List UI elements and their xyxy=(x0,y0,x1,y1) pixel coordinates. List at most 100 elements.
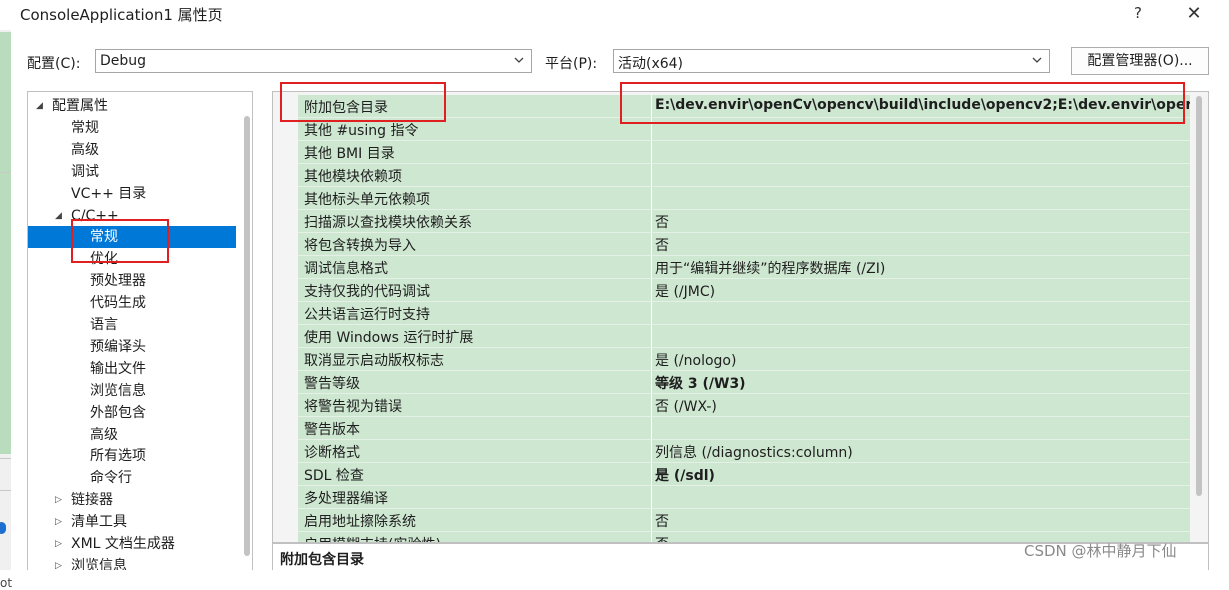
property-value[interactable]: 用于“编辑并继续”的程序数据库 (/ZI) xyxy=(655,258,885,278)
configuration-value: Debug xyxy=(100,53,147,69)
tree-item[interactable]: VC++ 目录 xyxy=(71,183,146,205)
tree-item[interactable]: 清单工具 xyxy=(71,511,127,533)
property-grid: 附加包含目录 E:\dev.envir\openCv\opencv\build\i… xyxy=(272,91,1209,543)
property-name: 扫描源以查找模块依赖关系 xyxy=(304,215,472,231)
background-radio-icon xyxy=(0,522,6,534)
tree-item-label: 链接器 xyxy=(71,492,113,509)
watermark: CSDN @林中静月下仙 xyxy=(1024,542,1177,560)
tree-item-label: 预编译头 xyxy=(90,338,146,355)
tree-item-label: 语言 xyxy=(90,317,118,333)
property-name: 诊断格式 xyxy=(304,445,360,461)
tree-item[interactable]: 预处理器 xyxy=(90,270,146,292)
property-name: 其他标头单元依赖项 xyxy=(304,192,430,208)
tree-item[interactable]: 外部包含 xyxy=(90,402,146,424)
property-row[interactable]: 将警告视为错误 否 (/WX-) xyxy=(298,394,1190,417)
tree-item[interactable]: 高级 xyxy=(90,424,118,446)
property-row[interactable]: 其他标头单元依赖项 xyxy=(298,187,1190,210)
property-name: 多处理器编译 xyxy=(304,491,388,507)
property-grid-body: 附加包含目录 E:\dev.envir\openCv\opencv\build\i… xyxy=(298,95,1190,542)
property-value[interactable]: 是 (/sdl) xyxy=(655,465,715,485)
background-divider xyxy=(0,490,11,491)
property-row[interactable]: 其他 #using 指令 xyxy=(298,118,1190,141)
tree-item-label: XML 文档生成器 xyxy=(71,536,175,552)
tree-item-label: 所有选项 xyxy=(90,448,146,465)
tree-item[interactable]: 语言 xyxy=(90,314,118,336)
tree-item[interactable]: 所有选项 xyxy=(90,445,146,467)
property-row[interactable]: 附加包含目录 E:\dev.envir\openCv\opencv\build\i… xyxy=(298,95,1190,118)
collapsed-icon[interactable]: ▷ xyxy=(55,555,62,570)
tree-item[interactable]: 高级 xyxy=(71,139,99,161)
property-row[interactable]: 启用地址擦除系统 否 xyxy=(298,509,1190,532)
tree-item[interactable]: 浏览信息 xyxy=(90,380,146,402)
property-row[interactable]: 使用 Windows 运行时扩展 xyxy=(298,325,1190,348)
property-value[interactable]: E:\dev.envir\openCv\opencv\build\include… xyxy=(655,97,1190,113)
configuration-select[interactable]: Debug xyxy=(95,49,532,73)
property-row[interactable]: 其他 BMI 目录 xyxy=(298,141,1190,164)
tree-item-label: 命令行 xyxy=(90,470,132,487)
property-value[interactable]: 列信息 (/diagnostics:column) xyxy=(655,442,853,462)
tree-item-label: 代码生成 xyxy=(90,295,146,312)
tree-item[interactable]: 链接器 xyxy=(71,489,113,511)
property-row[interactable]: SDL 检查 是 (/sdl) xyxy=(298,463,1190,486)
tree-item[interactable]: 调试 xyxy=(71,161,99,183)
tree-item[interactable]: 常规 xyxy=(71,117,99,139)
tree-item[interactable]: 输出文件 xyxy=(90,358,146,380)
property-name: 调试信息格式 xyxy=(304,261,388,277)
property-row[interactable]: 警告等级 等级 3 (/W3) xyxy=(298,371,1190,394)
property-row[interactable]: 取消显示启动版权标志 是 (/nologo) xyxy=(298,348,1190,371)
property-value[interactable]: 否 xyxy=(655,235,669,255)
property-row[interactable]: 将包含转换为导入 否 xyxy=(298,233,1190,256)
property-name: SDL 检查 xyxy=(304,468,364,484)
tree-item[interactable]: 常规 xyxy=(28,226,236,249)
tree-item-label: 预处理器 xyxy=(90,273,146,290)
property-name: 附加包含目录 xyxy=(304,100,388,116)
tree-scrollbar[interactable] xyxy=(244,116,250,556)
configuration-manager-button[interactable]: 配置管理器(O)... xyxy=(1071,47,1209,75)
property-row[interactable]: 公共语言运行时支持 xyxy=(298,302,1190,325)
tree-item-label: VC++ 目录 xyxy=(71,185,147,202)
property-name: 警告版本 xyxy=(304,422,360,438)
expanded-icon[interactable]: ◢ xyxy=(55,205,62,227)
property-row[interactable]: 支持仅我的代码调试 是 (/JMC) xyxy=(298,279,1190,302)
collapsed-icon[interactable]: ▷ xyxy=(55,489,62,511)
platform-value: 活动(x64) xyxy=(618,56,684,72)
background-text: ot xyxy=(0,576,13,590)
property-value[interactable]: 否 xyxy=(655,212,669,232)
property-name: 将警告视为错误 xyxy=(304,399,402,415)
tree-item[interactable]: 优化 xyxy=(90,248,118,270)
tree-item[interactable]: C/C++ xyxy=(71,205,119,227)
property-value[interactable]: 否 xyxy=(655,511,669,531)
property-row[interactable]: 扫描源以查找模块依赖关系 否 xyxy=(298,210,1190,233)
expanded-icon[interactable]: ◢ xyxy=(36,95,43,117)
collapsed-icon[interactable]: ▷ xyxy=(55,533,62,555)
property-row[interactable]: 其他模块依赖项 xyxy=(298,164,1190,187)
property-value[interactable]: 是 (/nologo) xyxy=(655,350,736,370)
window-title: ConsoleApplication1 属性页 xyxy=(20,6,223,24)
property-name: 其他 #using 指令 xyxy=(304,123,419,139)
property-row[interactable]: 多处理器编译 xyxy=(298,486,1190,509)
tree-item-label: 常规 xyxy=(90,229,118,246)
platform-select[interactable]: 活动(x64) xyxy=(613,49,1050,73)
close-button[interactable]: ✕ xyxy=(1186,3,1202,24)
property-value[interactable]: 否 (/WX-) xyxy=(655,396,717,416)
tree-item[interactable]: XML 文档生成器 xyxy=(71,533,175,555)
platform-label: 平台(P): xyxy=(545,56,598,72)
property-value[interactable]: 等级 3 (/W3) xyxy=(655,373,746,393)
tree-item[interactable]: 配置属性 xyxy=(52,95,108,117)
property-value[interactable]: 是 (/JMC) xyxy=(655,281,715,301)
tree-item[interactable]: 代码生成 xyxy=(90,292,146,314)
collapsed-icon[interactable]: ▷ xyxy=(55,511,62,533)
grid-scrollbar[interactable] xyxy=(1196,96,1202,496)
tree-item-label: 输出文件 xyxy=(90,360,146,377)
tree-item[interactable]: 预编译头 xyxy=(90,336,146,358)
help-button[interactable]: ? xyxy=(1131,4,1145,22)
property-name: 使用 Windows 运行时扩展 xyxy=(304,330,474,346)
property-row[interactable]: 调试信息格式 用于“编辑并继续”的程序数据库 (/ZI) xyxy=(298,256,1190,279)
property-value[interactable]: 否 xyxy=(655,534,669,542)
tree-item[interactable]: 浏览信息 xyxy=(71,555,127,570)
property-row[interactable]: 诊断格式 列信息 (/diagnostics:column) xyxy=(298,440,1190,463)
property-row[interactable]: 警告版本 xyxy=(298,417,1190,440)
tree-item[interactable]: 命令行 xyxy=(90,467,132,489)
chevron-down-icon xyxy=(1032,57,1042,63)
configuration-label: 配置(C): xyxy=(27,56,81,72)
